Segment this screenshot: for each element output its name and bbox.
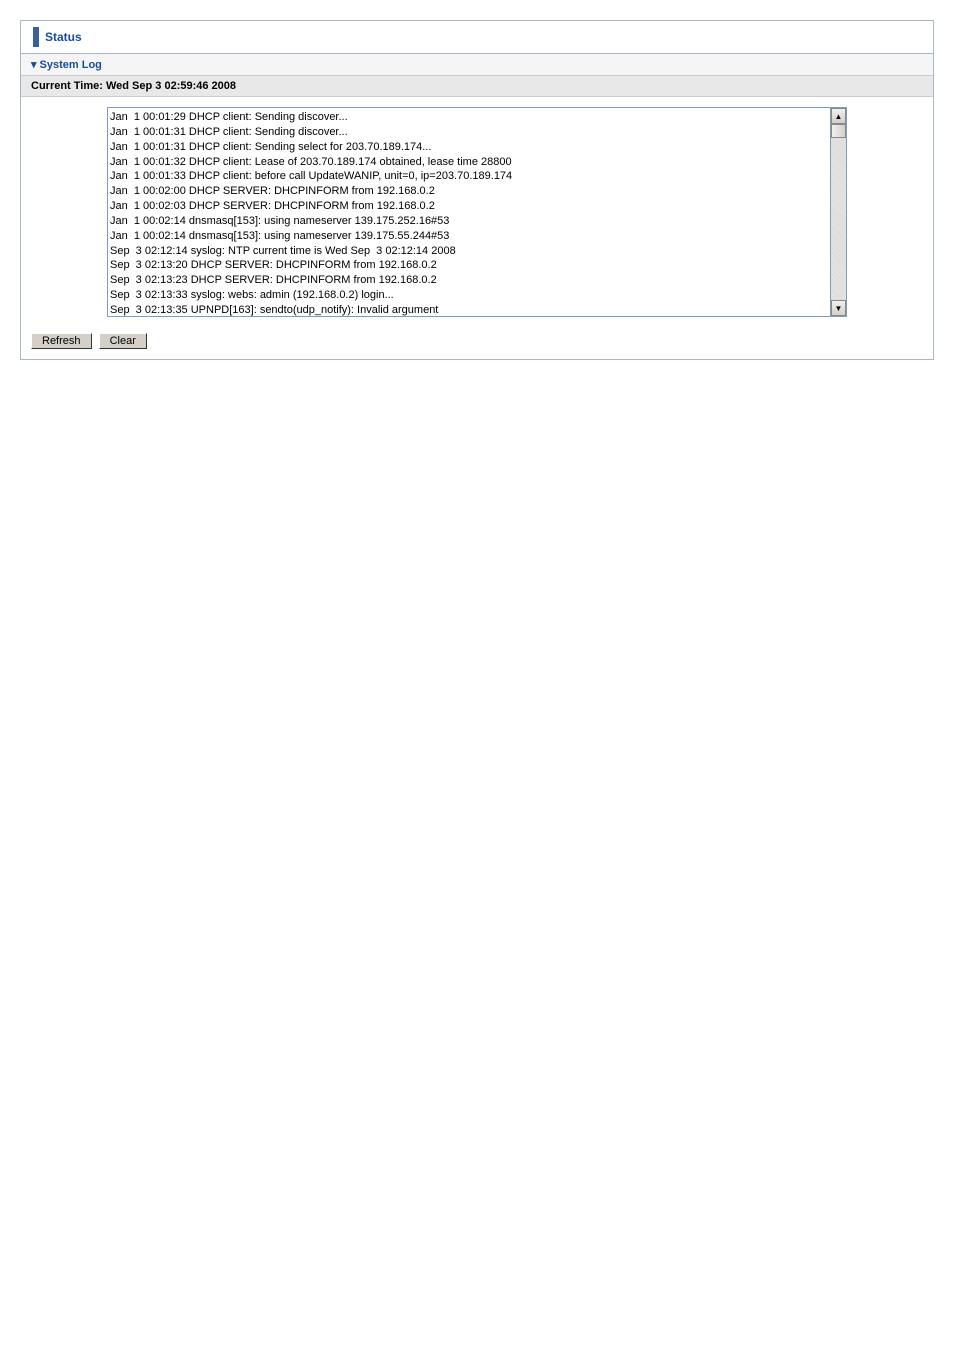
button-row: Refresh Clear [21, 327, 933, 359]
caret-down-icon: ▾ [31, 59, 37, 71]
scroll-thumb[interactable] [831, 124, 846, 138]
panel-header: Status [21, 21, 933, 54]
log-textarea[interactable] [107, 107, 831, 317]
current-time-row: Current Time: Wed Sep 3 02:59:46 2008 [21, 76, 933, 97]
current-time-label: Current Time: [31, 80, 103, 92]
system-log-section-header[interactable]: ▾System Log [21, 54, 933, 76]
current-time-value: Wed Sep 3 02:59:46 2008 [106, 80, 236, 92]
refresh-button[interactable]: Refresh [31, 333, 92, 349]
clear-button[interactable]: Clear [99, 333, 147, 349]
log-area: ▲ ▼ [21, 97, 933, 327]
scrollbar[interactable]: ▲ ▼ [831, 107, 847, 317]
log-wrapper: ▲ ▼ [107, 107, 847, 317]
scroll-up-icon[interactable]: ▲ [831, 108, 846, 124]
tab-indicator [33, 27, 39, 47]
system-log-label: System Log [40, 59, 102, 71]
status-tab[interactable]: Status [21, 21, 94, 53]
status-panel: Status ▾System Log Current Time: Wed Sep… [20, 20, 934, 360]
status-title: Status [45, 30, 82, 44]
scroll-down-icon[interactable]: ▼ [831, 300, 846, 316]
scroll-track[interactable] [831, 124, 846, 300]
